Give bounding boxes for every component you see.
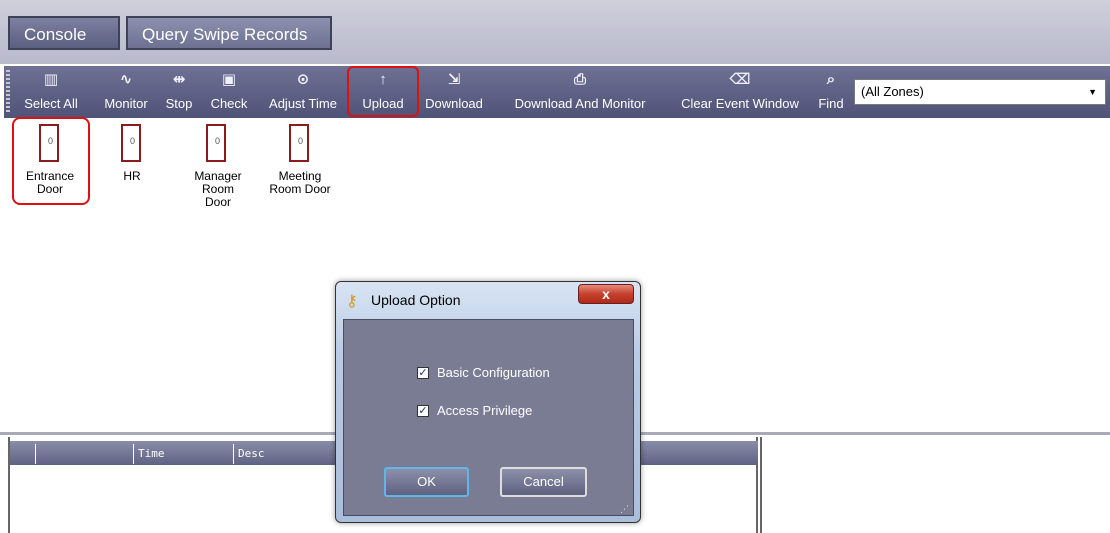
check-button[interactable]: ▣ Check [203,66,255,118]
clear-event-window-button[interactable]: ⌫ Clear Event Window [668,66,812,118]
door-icon: 0 [289,124,309,162]
check-label: Check [210,96,248,111]
download-and-monitor-label: Download And Monitor [514,96,646,111]
tab-console[interactable]: Console [8,16,120,50]
detail-panel [760,437,1110,533]
select-all-button[interactable]: ▥ Select All [12,66,90,118]
find-label: Find [818,96,844,111]
door-icon: 0 [121,124,141,162]
download-and-monitor-button[interactable]: ⎙ Download And Monitor [498,66,662,118]
adjust-time-button[interactable]: ⊙ Adjust Time [260,66,346,118]
access-privilege-label[interactable]: Access Privilege [437,403,532,418]
ok-button[interactable]: OK [384,467,469,497]
resize-grip-icon[interactable]: ⋰ [620,504,629,515]
column-divider[interactable] [35,444,36,464]
door-hr[interactable]: 0 HR [94,124,170,204]
column-divider[interactable] [133,444,134,464]
download-button[interactable]: ⇲ Download [418,66,490,118]
download-icon: ⇲ [447,71,461,88]
tab-query-swipe-records[interactable]: Query Swipe Records [126,16,332,50]
stop-icon: ⇹ [172,71,186,88]
adjust-time-label: Adjust Time [269,96,337,111]
door-icon: 0 [206,124,226,162]
toolbar-grip-handle[interactable] [6,70,10,114]
zone-select[interactable]: (All Zones) ▼ [854,79,1106,105]
basic-configuration-label[interactable]: Basic Configuration [437,365,550,380]
column-header-desc[interactable]: Desc [238,447,265,460]
column-header-time[interactable]: Time [138,447,165,460]
close-button[interactable]: x [578,284,634,304]
check-icon: ▣ [221,71,237,88]
column-divider[interactable] [233,444,234,464]
chevron-down-icon[interactable]: ▼ [1088,80,1097,104]
clock-icon: ⊙ [296,71,310,88]
cancel-button[interactable]: Cancel [500,467,587,497]
stop-label: Stop [165,96,193,111]
select-all-label: Select All [24,96,78,111]
door-label: Manager Room Door [194,169,242,209]
door-count: 0 [214,136,220,146]
key-icon: ⚷ [346,293,358,310]
stop-button[interactable]: ⇹ Stop [160,66,198,118]
basic-configuration-checkbox[interactable]: ✓ [417,367,429,379]
door-count: 0 [129,136,135,146]
monitor-label: Monitor [104,96,148,111]
door-manager-room[interactable]: 0 Manager Room Door [179,124,255,209]
access-privilege-checkbox[interactable]: ✓ [417,405,429,417]
monitor-button[interactable]: ∿ Monitor [96,66,156,118]
door-meeting-room[interactable]: 0 Meeting Room Door [262,124,338,204]
zone-select-value: (All Zones) [861,84,924,99]
dialog-title: Upload Option [371,292,461,308]
door-label: HR [123,169,141,183]
door-label: Meeting Room Door [269,169,331,196]
door-count: 0 [297,136,303,146]
select-all-icon: ▥ [43,71,59,88]
upload-highlight-annotation [347,66,419,117]
clear-event-window-label: Clear Event Window [681,96,799,111]
find-button[interactable]: ⌕ Find [814,66,848,118]
monitor-icon: ∿ [119,71,133,88]
trash-icon: ⌫ [729,71,751,88]
entrance-door-highlight-annotation [12,117,90,205]
download-label: Download [425,96,483,111]
download-monitor-icon: ⎙ [573,71,586,88]
search-icon: ⌕ [826,71,836,88]
